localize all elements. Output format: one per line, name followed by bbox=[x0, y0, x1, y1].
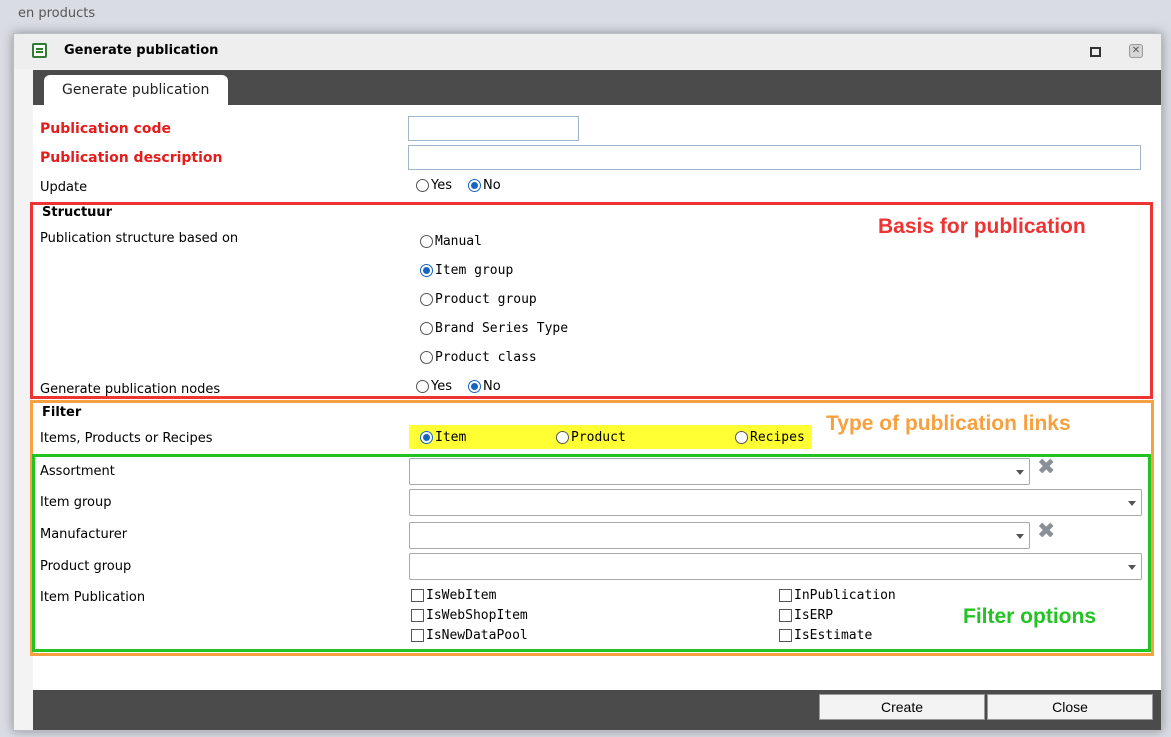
basis-annotation-text: Basis for publication bbox=[878, 215, 1086, 238]
publication-code-input[interactable] bbox=[408, 116, 579, 141]
update-no-radio[interactable]: No bbox=[468, 178, 501, 193]
tab-bar: Generate publication bbox=[33, 70, 1161, 106]
title-bar[interactable]: Generate publication ✕ bbox=[14, 34, 1161, 69]
background-window-title: en products bbox=[18, 6, 96, 21]
update-yes-radio[interactable]: Yes bbox=[416, 178, 452, 193]
radio-label: No bbox=[483, 178, 501, 193]
update-label: Update bbox=[40, 180, 88, 195]
publication-description-label: Publication description bbox=[40, 150, 223, 166]
radio-label: Yes bbox=[431, 178, 452, 193]
filter-annotation-text: Filter options bbox=[963, 605, 1096, 628]
publication-description-input[interactable] bbox=[408, 145, 1141, 170]
radio-circle bbox=[416, 179, 429, 192]
tab-generate-publication[interactable]: Generate publication bbox=[44, 75, 228, 106]
maximize-icon[interactable] bbox=[1090, 47, 1101, 57]
tab-label: Generate publication bbox=[62, 82, 210, 98]
close-button[interactable]: Close bbox=[987, 694, 1153, 720]
radio-circle bbox=[468, 179, 481, 192]
publication-code-label: Publication code bbox=[40, 121, 171, 137]
generate-publication-dialog: Generate publication ✕ Generate publicat… bbox=[13, 33, 1162, 731]
type-annotation-text: Type of publication links bbox=[826, 412, 1071, 435]
close-icon[interactable]: ✕ bbox=[1129, 44, 1143, 58]
document-icon bbox=[32, 43, 47, 58]
create-button[interactable]: Create bbox=[819, 694, 985, 720]
dialog-title: Generate publication bbox=[64, 43, 219, 58]
dialog-footer: Create Close bbox=[33, 690, 1161, 730]
